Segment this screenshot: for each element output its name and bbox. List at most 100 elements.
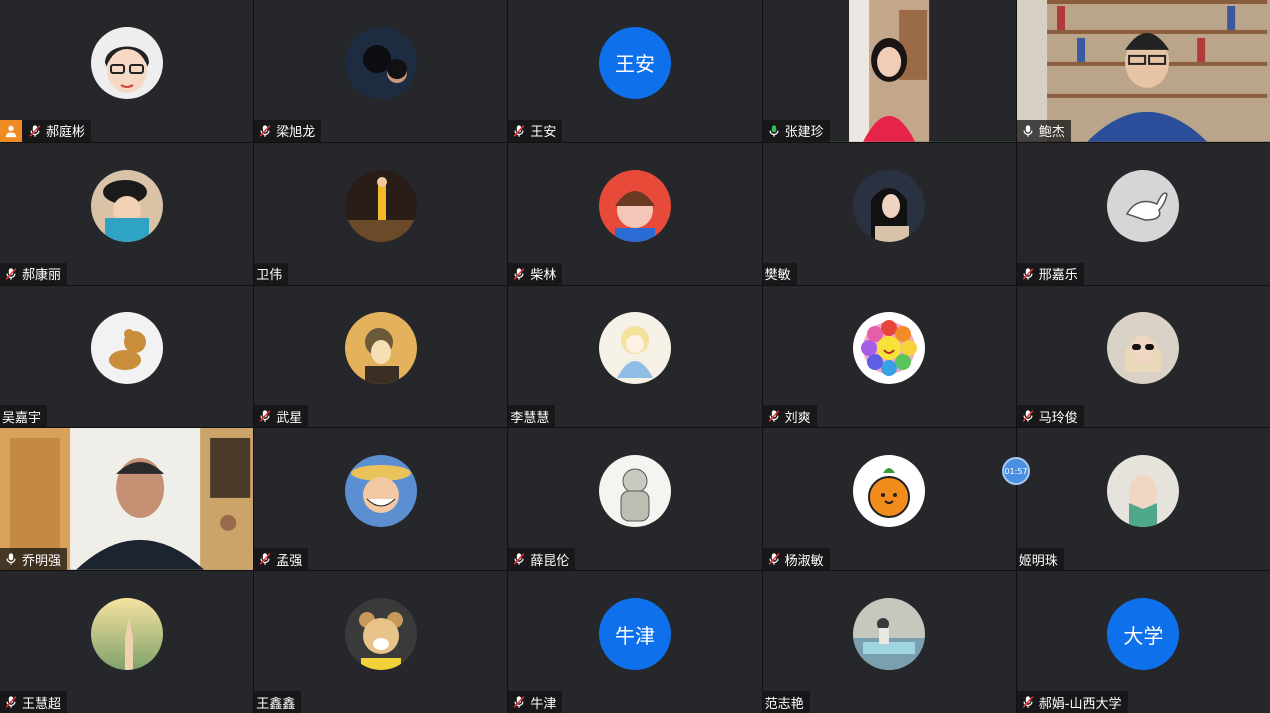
mic-muted-icon bbox=[1019, 407, 1037, 425]
participant-name: 吴嘉宇 bbox=[2, 410, 42, 426]
participant-name: 樊敏 bbox=[764, 268, 791, 284]
participant-name: 郝康丽 bbox=[22, 268, 62, 284]
participant-name: 柴林 bbox=[530, 268, 557, 284]
participant-name: 范志艳 bbox=[764, 696, 804, 712]
participant-grid: 郝庭彬 梁旭龙 王安 王安 张建珍 鲍杰 郝康丽 卫伟 柴林 樊敏 邢嘉乐 吴嘉宇 武星 李慧慧 刘爽 马玲俊… bbox=[0, 0, 1270, 713]
participant-tile[interactable]: 牛津 牛津 bbox=[508, 571, 762, 713]
avatar bbox=[1107, 169, 1180, 242]
participant-name: 武星 bbox=[276, 410, 303, 426]
participant-tile[interactable]: 李慧慧 bbox=[508, 285, 762, 428]
participant-tile[interactable]: 郝庭彬 bbox=[0, 0, 254, 142]
participant-tile[interactable]: 王鑫鑫 bbox=[254, 571, 508, 713]
avatar bbox=[853, 455, 926, 528]
avatar bbox=[344, 598, 417, 671]
mic-active-icon bbox=[765, 122, 783, 140]
host-icon bbox=[0, 119, 22, 142]
participant-tile[interactable]: 大学 郝娟-山西大学 bbox=[1016, 571, 1270, 713]
participant-tile[interactable]: 邢嘉乐 bbox=[1016, 142, 1270, 285]
avatar bbox=[853, 312, 926, 385]
participant-name: 马玲俊 bbox=[1038, 410, 1078, 426]
participant-name-label: 吴嘉宇 bbox=[0, 405, 48, 428]
participant-tile[interactable]: 王安 王安 bbox=[508, 0, 762, 142]
mic-icon bbox=[2, 550, 20, 568]
participant-name-label: 郝康丽 bbox=[0, 262, 68, 285]
participant-name-label: 薛昆伦 bbox=[508, 548, 576, 571]
participant-name-label: 柴林 bbox=[508, 262, 563, 285]
participant-tile[interactable]: 薛昆伦 bbox=[508, 428, 762, 571]
mic-muted-icon bbox=[2, 265, 20, 283]
participant-tile[interactable]: 张建珍 bbox=[762, 0, 1016, 142]
mic-muted-icon bbox=[765, 550, 783, 568]
avatar-initials: 王安 bbox=[598, 26, 671, 99]
participant-tile[interactable]: 郝康丽 bbox=[0, 142, 254, 285]
participant-tile[interactable]: 马玲俊 bbox=[1016, 285, 1270, 428]
participant-name: 刘爽 bbox=[784, 410, 811, 426]
participant-tile[interactable]: 卫伟 bbox=[254, 142, 508, 285]
participant-name: 梁旭龙 bbox=[276, 125, 316, 141]
mic-muted-icon bbox=[1019, 693, 1037, 711]
participant-name: 王安 bbox=[530, 125, 557, 141]
participant-name-label: 李慧慧 bbox=[508, 405, 556, 428]
participant-tile[interactable]: 柴林 bbox=[508, 142, 762, 285]
participant-tile[interactable]: 樊敏 bbox=[762, 142, 1016, 285]
participant-name-label: 杨淑敏 bbox=[762, 548, 830, 571]
participant-tile[interactable]: 梁旭龙 bbox=[254, 0, 508, 142]
participant-tile[interactable]: 范志艳 bbox=[762, 571, 1016, 713]
participant-name-label: 牛津 bbox=[508, 691, 563, 713]
participant-name: 薛昆伦 bbox=[530, 553, 570, 569]
participant-name: 邢嘉乐 bbox=[1038, 268, 1078, 284]
avatar bbox=[90, 312, 163, 385]
participant-name: 王鑫鑫 bbox=[256, 696, 296, 712]
participant-name: 姬明珠 bbox=[1018, 553, 1058, 569]
participant-name: 牛津 bbox=[530, 696, 557, 712]
participant-tile[interactable]: 刘爽 bbox=[762, 285, 1016, 428]
participant-name: 杨淑敏 bbox=[784, 553, 824, 569]
participant-name-label: 鲍杰 bbox=[1016, 119, 1071, 142]
avatar bbox=[344, 312, 417, 385]
participant-tile[interactable]: 王慧超 bbox=[0, 571, 254, 713]
participant-name: 卫伟 bbox=[256, 268, 283, 284]
mic-muted-icon bbox=[510, 122, 528, 140]
avatar bbox=[344, 169, 417, 242]
avatar bbox=[344, 455, 417, 528]
avatar bbox=[598, 312, 671, 385]
mic-muted-icon bbox=[510, 693, 528, 711]
participant-tile[interactable]: 鲍杰 bbox=[1016, 0, 1270, 142]
participant-name-label: 郝庭彬 bbox=[0, 119, 92, 142]
mic-muted-icon bbox=[26, 122, 44, 140]
avatar bbox=[90, 26, 163, 99]
participant-name-label: 孟强 bbox=[254, 548, 309, 571]
participant-name: 郝庭彬 bbox=[46, 125, 86, 141]
participant-name: 张建珍 bbox=[784, 125, 824, 141]
participant-name-label: 梁旭龙 bbox=[254, 119, 322, 142]
mic-muted-icon bbox=[765, 407, 783, 425]
participant-name-label: 王鑫鑫 bbox=[254, 691, 302, 713]
mic-muted-icon bbox=[256, 550, 274, 568]
participant-name-label: 张建珍 bbox=[762, 119, 830, 142]
avatar-initials: 牛津 bbox=[598, 598, 671, 671]
participant-name-label: 王慧超 bbox=[0, 691, 68, 713]
participant-tile[interactable]: 孟强 bbox=[254, 428, 508, 571]
mic-muted-icon bbox=[2, 693, 20, 711]
participant-name-label: 王安 bbox=[508, 119, 563, 142]
participant-name-label: 樊敏 bbox=[762, 262, 797, 285]
participant-name-label: 郝娟-山西大学 bbox=[1016, 691, 1128, 713]
participant-tile[interactable]: 姬明珠 bbox=[1016, 428, 1270, 571]
participant-tile[interactable]: 杨淑敏 bbox=[762, 428, 1016, 571]
participant-name: 郝娟-山西大学 bbox=[1038, 696, 1122, 712]
participant-name-label: 姬明珠 bbox=[1016, 548, 1064, 571]
mic-muted-icon bbox=[510, 550, 528, 568]
participant-name-label: 邢嘉乐 bbox=[1016, 262, 1084, 285]
participant-tile[interactable]: 武星 bbox=[254, 285, 508, 428]
avatar bbox=[853, 598, 926, 671]
participant-tile[interactable]: 吴嘉宇 bbox=[0, 285, 254, 428]
recording-timer[interactable]: 01:57 bbox=[1002, 457, 1030, 485]
mic-muted-icon bbox=[510, 265, 528, 283]
participant-name: 孟强 bbox=[276, 553, 303, 569]
participant-name: 王慧超 bbox=[22, 696, 62, 712]
participant-tile[interactable]: 乔明强 bbox=[0, 428, 254, 571]
participant-name-label: 范志艳 bbox=[762, 691, 810, 713]
mic-muted-icon bbox=[256, 122, 274, 140]
participant-name: 李慧慧 bbox=[510, 410, 550, 426]
avatar bbox=[853, 169, 926, 242]
